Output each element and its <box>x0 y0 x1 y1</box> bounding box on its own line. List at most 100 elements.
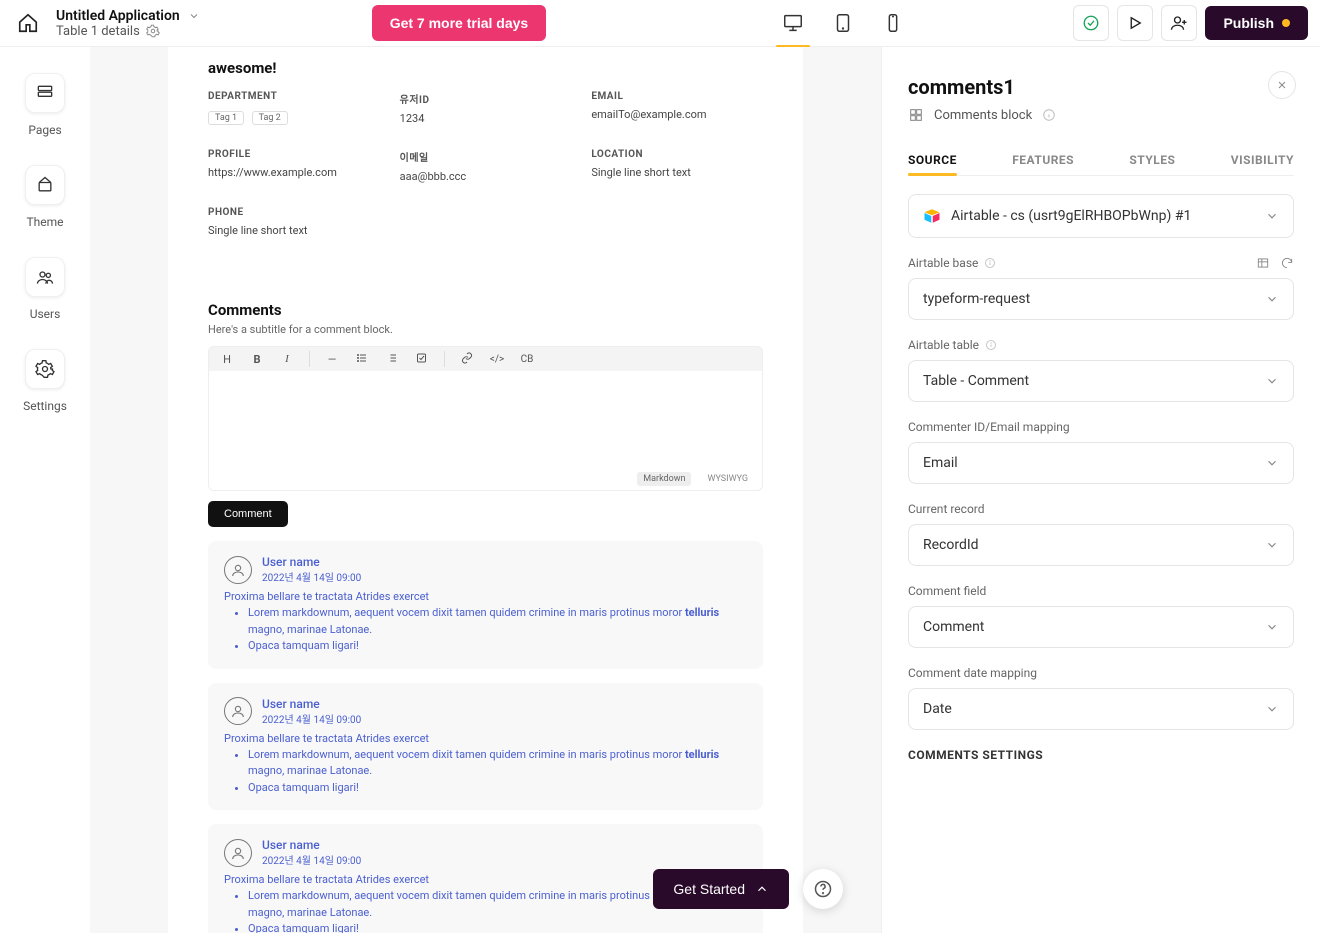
comment-user: User name <box>262 838 361 852</box>
chevron-down-icon <box>1265 620 1279 634</box>
base-value: typeform-request <box>923 291 1030 307</box>
device-mobile-button[interactable] <box>878 8 908 38</box>
tag: Tag 1 <box>208 111 244 125</box>
toolbar-checklist-icon[interactable] <box>414 352 430 367</box>
refresh-icon[interactable] <box>1280 256 1294 270</box>
toolbar-hr[interactable]: — <box>324 353 340 366</box>
datasource-select[interactable]: Airtable - cs (usrt9gElRHBOPbWnp) #1 <box>908 194 1294 238</box>
toolbar-italic[interactable]: I <box>279 353 295 365</box>
detail-grid: DEPARTMENT Tag 1 Tag 2 유저ID 1234 EMAIL e… <box>208 91 763 241</box>
comment-field-select[interactable]: Comment <box>908 606 1294 648</box>
toolbar-codeblock[interactable]: CB <box>519 354 535 365</box>
right-panel: comments1 Comments block SOURCE FEATURES… <box>881 47 1320 933</box>
trial-button[interactable]: Get 7 more trial days <box>372 5 547 41</box>
info-icon[interactable] <box>985 339 997 351</box>
publish-label: Publish <box>1223 15 1274 31</box>
toolbar-ol-icon[interactable] <box>384 352 400 367</box>
toolbar-link-icon[interactable] <box>459 352 475 367</box>
get-started-button[interactable]: Get Started <box>653 869 789 909</box>
tab-visibility[interactable]: VISIBILITY <box>1231 145 1294 175</box>
settings-icon <box>35 359 55 379</box>
app-title-block: Untitled Application Table 1 details <box>56 8 200 39</box>
tag: Tag 2 <box>252 111 288 125</box>
comment-lead: Proxima bellare te tractata Atrides exer… <box>224 590 747 603</box>
rail-label: Pages <box>28 123 61 137</box>
field-label: Airtable base <box>908 256 978 270</box>
field-value: aaa@bbb.ccc <box>400 170 572 183</box>
device-preview-group <box>778 8 908 38</box>
info-icon[interactable] <box>1042 108 1056 122</box>
chevron-down-icon <box>1265 538 1279 552</box>
comment-body: Lorem markdownum, aequent vocem dixit ta… <box>224 747 747 797</box>
record-value: RecordId <box>923 537 979 553</box>
comment-user: User name <box>262 697 361 711</box>
help-fab[interactable] <box>803 869 843 909</box>
rail-item-pages[interactable]: Pages <box>25 73 65 137</box>
comments-subtitle: Here's a subtitle for a comment block. <box>208 323 763 336</box>
chevron-down-icon[interactable] <box>188 10 200 22</box>
tab-source[interactable]: SOURCE <box>908 145 957 175</box>
toolbar-ul-icon[interactable] <box>354 352 370 367</box>
field-value: Single line short text <box>591 166 763 179</box>
toolbar-separator <box>444 351 445 367</box>
preview-play-button[interactable] <box>1117 5 1153 41</box>
date-mapping-value: Date <box>923 701 952 717</box>
gear-icon[interactable] <box>146 24 160 38</box>
field-label: DEPARTMENT <box>208 91 380 102</box>
home-button[interactable] <box>12 7 44 39</box>
field-label: LOCATION <box>591 149 763 160</box>
avatar-icon <box>224 697 252 725</box>
theme-icon <box>35 175 55 195</box>
left-rail: Pages Theme Users Settings <box>0 47 90 933</box>
comments-block[interactable]: Comments Here's a subtitle for a comment… <box>208 301 763 933</box>
field-label: PHONE <box>208 207 380 218</box>
date-mapping-select[interactable]: Date <box>908 688 1294 730</box>
users-icon <box>35 267 55 287</box>
commenter-select[interactable]: Email <box>908 442 1294 484</box>
comment-date: 2022년 4월 14일 09:00 <box>262 852 361 867</box>
chevron-down-icon <box>1265 702 1279 716</box>
tab-features[interactable]: FEATURES <box>1012 145 1074 175</box>
table-select[interactable]: Table - Comment <box>908 360 1294 402</box>
field-label: Comment date mapping <box>908 666 1037 680</box>
editor-mode-markdown[interactable]: Markdown <box>637 472 691 486</box>
comment-card: User name 2022년 4월 14일 09:00 Proxima bel… <box>208 683 763 811</box>
comment-submit-button[interactable]: Comment <box>208 501 288 527</box>
field-value: 1234 <box>400 112 572 125</box>
table-value: Table - Comment <box>923 373 1029 389</box>
field-label: Airtable table <box>908 338 979 352</box>
field-label: Current record <box>908 502 985 516</box>
publish-button[interactable]: Publish <box>1205 6 1308 40</box>
comments-title: Comments <box>208 301 763 319</box>
info-icon[interactable] <box>984 257 996 269</box>
rail-item-theme[interactable]: Theme <box>25 165 65 229</box>
tab-styles[interactable]: STYLES <box>1129 145 1175 175</box>
record-select[interactable]: RecordId <box>908 524 1294 566</box>
rail-item-settings[interactable]: Settings <box>23 349 67 413</box>
chevron-down-icon <box>1265 456 1279 470</box>
device-tablet-button[interactable] <box>828 8 858 38</box>
close-panel-button[interactable] <box>1268 71 1296 99</box>
toolbar-bold[interactable]: B <box>249 353 265 366</box>
chevron-up-icon <box>755 882 769 896</box>
editor-toolbar: H B I — </> CB <box>208 346 763 371</box>
chevron-down-icon <box>1265 209 1279 223</box>
rail-label: Settings <box>23 399 67 413</box>
comment-body: Lorem markdownum, aequent vocem dixit ta… <box>224 605 747 655</box>
table-icon[interactable] <box>1256 256 1270 270</box>
invite-user-button[interactable] <box>1161 5 1197 41</box>
device-desktop-button[interactable] <box>778 8 808 38</box>
status-ok-button[interactable] <box>1073 5 1109 41</box>
get-started-label: Get Started <box>673 881 745 897</box>
editor-mode-wysiwyg[interactable]: WYSIWYG <box>701 472 754 486</box>
rail-item-users[interactable]: Users <box>25 257 65 321</box>
toolbar-code[interactable]: </> <box>489 354 505 365</box>
block-type-icon <box>908 107 924 123</box>
base-select[interactable]: typeform-request <box>908 278 1294 320</box>
field-label: Comment field <box>908 584 986 598</box>
comment-editor[interactable]: Markdown WYSIWYG <box>208 371 763 491</box>
toolbar-heading[interactable]: H <box>219 353 235 366</box>
record-heading: awesome! <box>208 57 763 91</box>
field-label: EMAIL <box>591 91 763 102</box>
comment-field-value: Comment <box>923 619 984 635</box>
